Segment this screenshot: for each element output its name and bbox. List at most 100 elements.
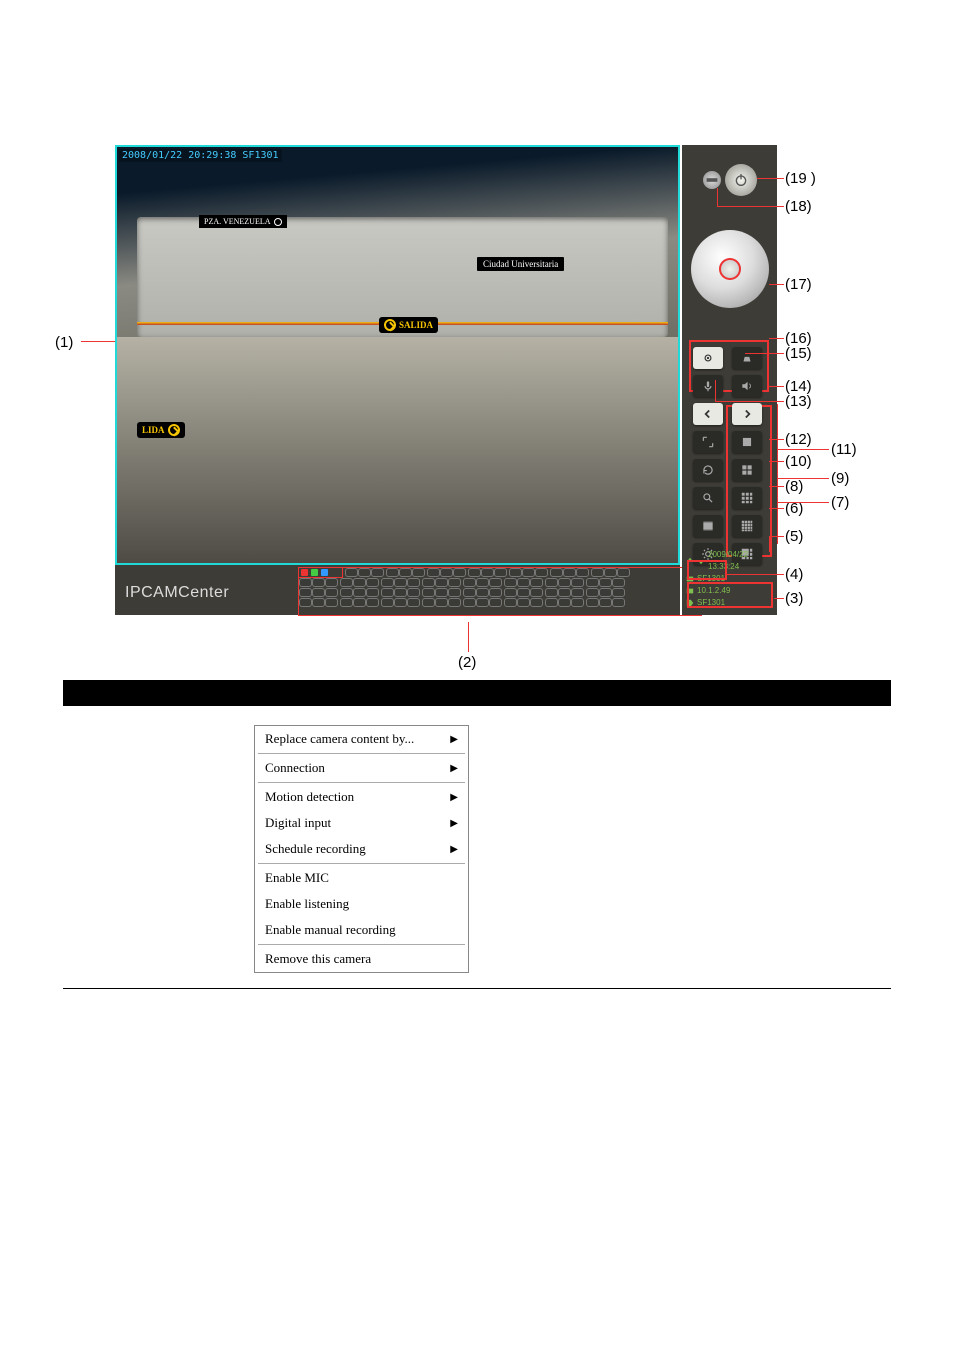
callout-10: (10) <box>785 453 812 470</box>
callout-4: (4) <box>785 566 803 583</box>
salida-label: SALIDA <box>399 320 433 330</box>
callout-17: (17) <box>785 276 812 293</box>
camera-icon <box>701 351 715 365</box>
refresh-icon <box>701 463 715 477</box>
minimize-icon <box>703 171 721 189</box>
context-menu: Replace camera content by... ▶ Connectio… <box>254 725 469 973</box>
leader-11 <box>777 449 829 450</box>
grid-4x4-icon <box>740 519 754 533</box>
menu-schedule-label: Schedule recording <box>265 841 366 857</box>
video-timestamp-overlay: 2008/01/22 20:29:38 SF1301 <box>119 149 282 162</box>
menu-replace-camera[interactable]: Replace camera content by... ▶ <box>255 726 468 752</box>
callout-box-3 <box>687 582 773 608</box>
station-sign: Ciudad Universitaria <box>477 257 564 271</box>
menu-remove-camera[interactable]: Remove this camera <box>255 946 468 972</box>
callout-19: (19 ) <box>785 170 816 187</box>
lida-label: LIDA <box>142 425 165 435</box>
leader-11v <box>777 404 778 544</box>
menu-schedule[interactable]: Schedule recording ▶ <box>255 836 468 862</box>
leader-19 <box>757 178 784 179</box>
leader-8 <box>769 486 784 487</box>
circle-icon <box>274 218 282 226</box>
mic-button[interactable] <box>693 375 723 397</box>
leader-18v <box>717 188 718 206</box>
menu-mic-label: Enable MIC <box>265 870 329 886</box>
menu-separator <box>258 782 465 783</box>
leader-6 <box>769 508 784 509</box>
horizontal-rule <box>63 988 891 989</box>
snapshot-button[interactable] <box>693 347 723 369</box>
search-button[interactable] <box>693 487 723 509</box>
alarm-button[interactable] <box>732 347 762 369</box>
leader-14 <box>769 386 784 387</box>
leader-9 <box>777 478 829 479</box>
brand-label: IPCAMCenter <box>125 584 229 602</box>
speaker-button[interactable] <box>732 375 762 397</box>
menu-manual-label: Enable manual recording <box>265 922 396 938</box>
search-icon <box>701 491 715 505</box>
film-icon <box>701 519 715 533</box>
minimize-button[interactable] <box>703 171 721 189</box>
layout-9-button[interactable] <box>732 487 762 509</box>
live-video-window[interactable]: 2008/01/22 20:29:38 SF1301 Ciudad Univer… <box>115 145 680 565</box>
leader-5v <box>769 536 770 552</box>
pza-sign: PZA. VENEZUELA <box>199 215 287 228</box>
callout-15: (15) <box>785 345 812 362</box>
layout-16-button[interactable] <box>732 515 762 537</box>
leader-3 <box>774 598 784 599</box>
callout-1: (1) <box>55 334 73 351</box>
menu-separator <box>258 753 465 754</box>
platform-illustration <box>117 337 678 563</box>
layout-4-button[interactable] <box>732 459 762 481</box>
callout-11: (11) <box>831 441 857 458</box>
control-icon-grid <box>691 345 765 567</box>
menu-enable-listening[interactable]: Enable listening <box>255 891 468 917</box>
leader-18 <box>717 206 784 207</box>
menu-motion[interactable]: Motion detection ▶ <box>255 784 468 810</box>
menu-connection[interactable]: Connection ▶ <box>255 755 468 781</box>
leader-2 <box>468 622 469 652</box>
leader-5 <box>769 536 784 537</box>
power-icon <box>733 172 749 188</box>
ptz-dial[interactable] <box>691 230 769 308</box>
menu-motion-label: Motion detection <box>265 789 354 805</box>
document-page: (1) 2008/01/22 20:29:38 SF1301 Ciudad Un… <box>0 0 954 1350</box>
grid-2x2-icon <box>740 463 754 477</box>
callout-3: (3) <box>785 590 803 607</box>
menu-digital-input[interactable]: Digital input ▶ <box>255 810 468 836</box>
callout-13: (13) <box>785 393 812 410</box>
microphone-icon <box>701 379 715 393</box>
menu-enable-manual-rec[interactable]: Enable manual recording <box>255 917 468 943</box>
menu-enable-mic[interactable]: Enable MIC <box>255 865 468 891</box>
refresh-button[interactable] <box>693 459 723 481</box>
section-black-bar <box>63 680 891 706</box>
leader-7 <box>777 502 829 503</box>
callout-18: (18) <box>785 198 812 215</box>
menu-remove-label: Remove this camera <box>265 951 371 967</box>
menu-replace-label: Replace camera content by... <box>265 731 414 747</box>
leader-16 <box>769 338 784 339</box>
control-side-panel: 2009/04/22 13:33:24 SF1301 10.1.2.49 SF1… <box>682 145 777 615</box>
square-icon <box>740 435 754 449</box>
chevron-right-icon: ▶ <box>450 818 458 829</box>
channel-slot-grid[interactable] <box>299 568 701 614</box>
chevron-right-icon: ▶ <box>450 734 458 745</box>
speaker-icon <box>740 379 754 393</box>
chevron-left-icon <box>701 407 715 421</box>
menu-separator <box>258 944 465 945</box>
leader-10 <box>769 461 784 462</box>
chevron-right-icon: ▶ <box>450 763 458 774</box>
next-button[interactable] <box>732 403 762 425</box>
arrow-circle-icon <box>168 424 180 436</box>
fullscreen-button[interactable] <box>693 431 723 453</box>
expand-icon <box>701 435 715 449</box>
chevron-right-icon <box>740 407 754 421</box>
power-button[interactable] <box>725 164 757 196</box>
leader-15 <box>745 353 784 354</box>
prev-button[interactable] <box>693 403 723 425</box>
menu-separator <box>258 863 465 864</box>
leader-4 <box>727 574 784 575</box>
playback-button[interactable] <box>693 515 723 537</box>
layout-1-button[interactable] <box>732 431 762 453</box>
callout-5: (5) <box>785 528 803 545</box>
